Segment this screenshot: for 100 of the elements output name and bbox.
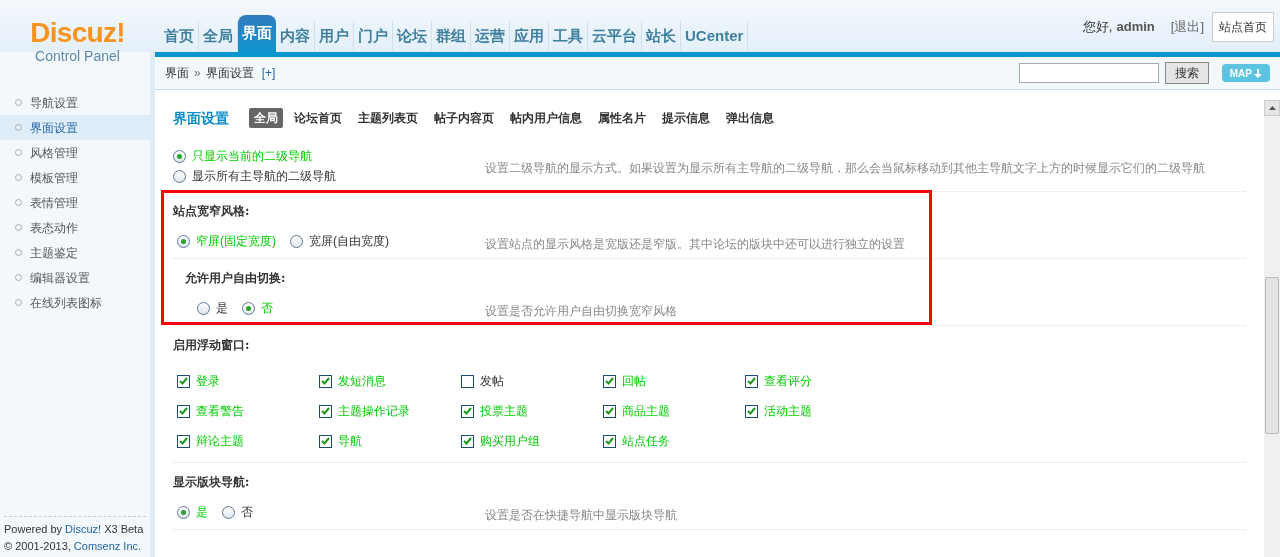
- checkbox[interactable]: [177, 374, 190, 388]
- add-shortcut-link[interactable]: [+]: [261, 64, 276, 82]
- setting-title: 站点宽窄风格:: [173, 203, 251, 220]
- radio-button[interactable]: [197, 301, 210, 315]
- checkbox-option[interactable]: 商品主题: [603, 396, 745, 426]
- product-link[interactable]: Discuz!: [65, 521, 102, 538]
- nav-tab[interactable]: 用户: [315, 21, 354, 51]
- checkbox-option[interactable]: 查看评分: [745, 366, 887, 396]
- radio-option[interactable]: 否: [222, 503, 253, 521]
- nav-tab[interactable]: 应用: [510, 21, 549, 51]
- section-tab[interactable]: 提示信息: [657, 108, 715, 128]
- bullet-icon: [15, 99, 22, 106]
- checkbox-option[interactable]: 发帖: [461, 366, 603, 396]
- bullet-icon: [15, 199, 22, 206]
- nav-tab[interactable]: 站长: [642, 21, 681, 51]
- checkbox[interactable]: [745, 404, 758, 418]
- sidebar-item[interactable]: 界面设置: [0, 115, 150, 140]
- sidebar-item[interactable]: 风格管理: [0, 140, 150, 165]
- radio-button[interactable]: [177, 505, 190, 519]
- checkbox[interactable]: [461, 404, 474, 418]
- nav-tab[interactable]: 工具: [549, 21, 588, 51]
- checkbox[interactable]: [603, 404, 616, 418]
- nav-tab[interactable]: 界面: [238, 15, 276, 52]
- checkbox-option[interactable]: 回帖: [603, 366, 745, 396]
- setting-description: 设置二级导航的显示方式。如果设置为显示所有主导航的二级导航，那么会当鼠标移动到其他主导航文字上方的时候显示它们的二级导航: [485, 160, 1205, 177]
- checkbox-option[interactable]: 辩论主题: [177, 426, 319, 456]
- breadcrumb-link[interactable]: 界面: [165, 64, 189, 82]
- breadcrumb-separator: »: [194, 65, 201, 82]
- radio-option[interactable]: 窄屏(固定宽度): [177, 232, 276, 250]
- sidebar-item[interactable]: 表态动作: [0, 215, 150, 240]
- checkbox-option[interactable]: 主题操作记录: [319, 396, 461, 426]
- section-tab[interactable]: 弹出信息: [721, 108, 779, 128]
- company-link[interactable]: Comsenz Inc.: [73, 538, 142, 555]
- map-button[interactable]: MAP: [1221, 64, 1270, 82]
- nav-tab[interactable]: 云平台: [588, 21, 642, 51]
- radio-button[interactable]: [222, 505, 235, 519]
- bullet-icon: [15, 274, 22, 281]
- checkbox[interactable]: [177, 434, 190, 448]
- checkbox[interactable]: [319, 374, 332, 388]
- setting-title: 允许用户自由切换:: [185, 270, 287, 287]
- bullet-icon: [15, 174, 22, 181]
- checkbox[interactable]: [461, 374, 474, 388]
- scroll-up-icon: [1268, 106, 1276, 110]
- search-button[interactable]: 搜索: [1164, 62, 1209, 84]
- checkbox-option[interactable]: 投票主题: [461, 396, 603, 426]
- checkbox[interactable]: [603, 374, 616, 388]
- search-field[interactable]: [1018, 63, 1159, 83]
- nav-tab[interactable]: 论坛: [393, 21, 432, 51]
- radio-button[interactable]: [173, 169, 186, 183]
- section-tab[interactable]: 属性名片: [593, 108, 651, 128]
- setting-description: 设置是否允许用户自由切换宽窄风格: [485, 303, 677, 320]
- checkbox-option[interactable]: 站点任务: [603, 426, 745, 456]
- checkbox-option[interactable]: 查看警告: [177, 396, 319, 426]
- checkbox-option[interactable]: 登录: [177, 366, 319, 396]
- section-tab[interactable]: 全局: [249, 108, 283, 128]
- section-tab[interactable]: 主题列表页: [353, 108, 423, 128]
- logout-link[interactable]: [退出]: [1170, 17, 1204, 37]
- radio-option[interactable]: 宽屏(自由宽度): [290, 232, 389, 250]
- radio-option[interactable]: 显示所有主导航的二级导航: [173, 167, 471, 185]
- logo-text: Discuz!: [30, 18, 125, 48]
- radio-option[interactable]: 是: [197, 299, 228, 317]
- sidebar-item[interactable]: 表情管理: [0, 190, 150, 215]
- checkbox[interactable]: [461, 434, 474, 448]
- checkbox[interactable]: [177, 404, 190, 418]
- radio-button[interactable]: [173, 149, 186, 163]
- footer-text: Powered by: [4, 522, 63, 537]
- section-tab[interactable]: 帖内用户信息: [505, 108, 587, 128]
- checkbox-option[interactable]: 购买用户组: [461, 426, 603, 456]
- nav-tab[interactable]: 门户: [354, 21, 393, 51]
- setting-title: 启用浮动窗口:: [173, 337, 251, 354]
- nav-tab[interactable]: 首页: [160, 21, 199, 51]
- radio-option[interactable]: 是: [177, 503, 208, 521]
- section-tab[interactable]: 论坛首页: [289, 108, 347, 128]
- logo-subtitle: Control Panel: [35, 48, 120, 64]
- section-tab[interactable]: 帖子内容页: [429, 108, 499, 128]
- radio-button[interactable]: [290, 234, 303, 248]
- nav-tab[interactable]: 群组: [432, 21, 471, 51]
- checkbox[interactable]: [319, 404, 332, 418]
- setting-title: 显示版块导航:: [173, 474, 251, 491]
- checkbox[interactable]: [319, 434, 332, 448]
- checkbox-option[interactable]: 活动主题: [745, 396, 887, 426]
- checkbox[interactable]: [603, 434, 616, 448]
- nav-tab[interactable]: 内容: [276, 21, 315, 51]
- sidebar-item[interactable]: 在线列表图标: [0, 290, 150, 315]
- radio-button[interactable]: [242, 301, 255, 315]
- radio-option[interactable]: 只显示当前的二级导航: [173, 147, 471, 165]
- sidebar-item[interactable]: 模板管理: [0, 165, 150, 190]
- nav-tab[interactable]: UCenter: [681, 21, 749, 51]
- sidebar-item[interactable]: 主题鉴定: [0, 240, 150, 265]
- checkbox-option[interactable]: 导航: [319, 426, 461, 456]
- site-home-button[interactable]: 站点首页: [1212, 12, 1274, 42]
- scrollbar[interactable]: [1264, 100, 1280, 557]
- radio-button[interactable]: [177, 234, 190, 248]
- checkbox[interactable]: [745, 374, 758, 388]
- sidebar-item[interactable]: 导航设置: [0, 90, 150, 115]
- breadcrumb-link[interactable]: 界面设置: [205, 64, 254, 82]
- sidebar-item[interactable]: 编辑器设置: [0, 265, 150, 290]
- radio-option[interactable]: 否: [242, 299, 273, 317]
- checkbox-option[interactable]: 发短消息: [319, 366, 461, 396]
- nav-tab[interactable]: 运营: [471, 21, 510, 51]
